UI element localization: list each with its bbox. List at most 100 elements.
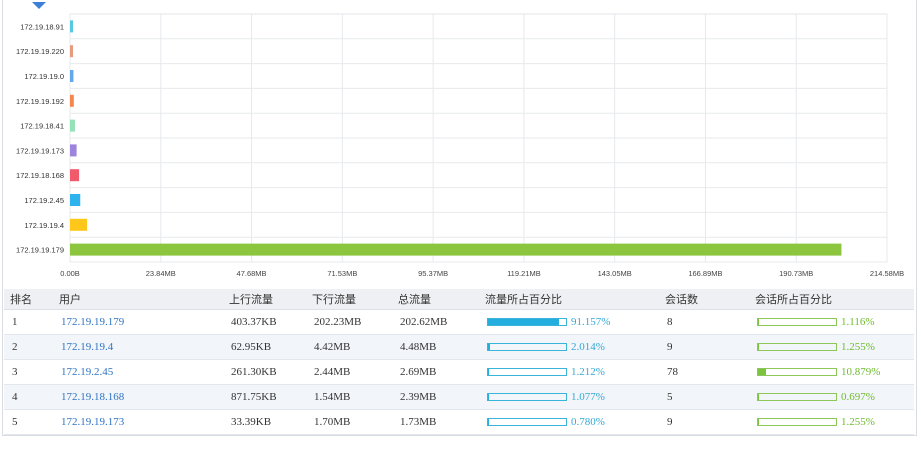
- downstream-cell: 1.54MB: [306, 384, 392, 410]
- y-tick-label: 172.19.18.91: [20, 22, 64, 31]
- table-header-row: 排名 用户 上行流量 下行流量 总流量 流量所占百分比 会话数 会话所占百分比: [4, 289, 914, 310]
- upstream-cell: 403.37KB: [223, 309, 306, 335]
- upstream-cell: 62.95KB: [223, 334, 306, 360]
- sessions-cell: 9: [659, 334, 749, 360]
- session-percent-cell: 0.697%: [749, 384, 914, 410]
- session-progress-bar: [757, 393, 837, 402]
- rank-cell: 3: [4, 359, 53, 385]
- table-row: 3 172.19.2.45 261.30KB 2.44MB 2.69MB 1.2…: [4, 359, 914, 385]
- rank-cell: 5: [4, 409, 53, 435]
- downstream-cell: 1.70MB: [306, 409, 392, 435]
- upstream-cell: 871.75KB: [223, 384, 306, 410]
- flow-percent-text: 1.212%: [571, 366, 605, 379]
- session-progress-bar: [757, 318, 837, 327]
- bar-172.19.18.168[interactable]: [70, 169, 80, 182]
- table-row: 2 172.19.19.4 62.95KB 4.42MB 4.48MB 2.01…: [4, 334, 914, 360]
- x-tick-label: 95.37MB: [418, 269, 448, 278]
- flow-progress-fill: [488, 344, 490, 351]
- session-percent-text: 1.255%: [841, 341, 875, 354]
- sessions-cell: 78: [659, 359, 749, 385]
- flow-percent-cell: 1.077%: [479, 384, 659, 410]
- rank-cell: 1: [4, 309, 53, 335]
- session-percent-text: 1.116%: [841, 316, 875, 329]
- session-progress-bar: [757, 343, 837, 352]
- session-progress-fill: [758, 369, 767, 376]
- bar-172.19.18.91[interactable]: [70, 20, 73, 33]
- bar-172.19.19.192[interactable]: [70, 94, 74, 107]
- sessions-cell: 5: [659, 384, 749, 410]
- header-flow-percent[interactable]: 流量所占百分比: [479, 289, 659, 310]
- total-cell: 2.69MB: [392, 359, 479, 385]
- header-user[interactable]: 用户: [53, 289, 223, 310]
- x-tick-label: 0.00B: [60, 269, 80, 278]
- session-percent-text: 1.255%: [841, 416, 875, 429]
- x-tick-label: 190.73MB: [779, 269, 813, 278]
- flow-progress-bar: [487, 393, 567, 402]
- header-upstream[interactable]: 上行流量: [223, 289, 306, 310]
- header-total[interactable]: 总流量: [392, 289, 479, 310]
- header-downstream[interactable]: 下行流量: [306, 289, 392, 310]
- user-link[interactable]: 172.19.2.45: [53, 359, 223, 385]
- user-link[interactable]: 172.19.19.179: [53, 309, 223, 335]
- bar-172.19.19.0[interactable]: [70, 70, 74, 82]
- ranking-table: 排名 用户 上行流量 下行流量 总流量 流量所占百分比 会话数 会话所占百分比 …: [4, 289, 914, 435]
- x-tick-label: 119.21MB: [507, 269, 541, 278]
- bar-172.19.19.220[interactable]: [70, 45, 73, 58]
- session-progress-bar: [757, 368, 837, 377]
- downstream-cell: 2.44MB: [306, 359, 392, 385]
- session-progress-bar: [757, 418, 837, 427]
- header-session-percent[interactable]: 会话所占百分比: [749, 289, 914, 310]
- upstream-cell: 261.30KB: [223, 359, 306, 385]
- y-tick-label: 172.19.19.0: [24, 72, 64, 81]
- bar-172.19.19.179[interactable]: [70, 243, 842, 256]
- x-tick-label: 143.05MB: [598, 269, 632, 278]
- flow-percent-cell: 2.014%: [479, 334, 659, 360]
- flow-percent-text: 91.157%: [571, 316, 611, 329]
- x-tick-label: 47.68MB: [237, 269, 267, 278]
- flow-progress-fill: [488, 319, 560, 326]
- total-cell: 202.62MB: [392, 309, 479, 335]
- flow-progress-bar: [487, 368, 567, 377]
- flow-progress-bar: [487, 318, 567, 327]
- header-sessions[interactable]: 会话数: [659, 289, 749, 310]
- flow-percent-cell: 1.212%: [479, 359, 659, 385]
- user-link[interactable]: 172.19.19.173: [53, 409, 223, 435]
- header-rank[interactable]: 排名: [4, 289, 53, 310]
- session-progress-fill: [758, 419, 760, 426]
- x-tick-label: 214.58MB: [870, 269, 904, 278]
- traffic-bar-chart: 0.00B 23.84MB 47.68MB 71.53MB 95.37MB 119.21M…: [16, 13, 904, 278]
- session-percent-cell: 1.255%: [749, 334, 914, 360]
- total-cell: 4.48MB: [392, 334, 479, 360]
- table-row: 1 172.19.19.179 403.37KB 202.23MB 202.62…: [4, 309, 914, 335]
- y-tick-label: 172.19.2.45: [24, 196, 64, 205]
- flow-progress-bar: [487, 343, 567, 352]
- flow-progress-bar: [487, 418, 567, 427]
- sessions-cell: 8: [659, 309, 749, 335]
- y-tick-label: 172.19.19.192: [16, 97, 64, 106]
- total-cell: 1.73MB: [392, 409, 479, 435]
- downstream-cell: 4.42MB: [306, 334, 392, 360]
- flow-percent-cell: 0.780%: [479, 409, 659, 435]
- session-percent-cell: 10.879%: [749, 359, 914, 385]
- session-progress-fill: [758, 319, 760, 326]
- y-tick-label: 172.19.19.173: [16, 146, 64, 155]
- y-tick-label: 172.19.19.4: [24, 221, 64, 230]
- user-link[interactable]: 172.19.18.168: [53, 384, 223, 410]
- bar-172.19.19.173[interactable]: [70, 144, 77, 157]
- bar-172.19.18.41[interactable]: [70, 119, 75, 132]
- flow-percent-text: 1.077%: [571, 391, 605, 404]
- flow-percent-text: 2.014%: [571, 341, 605, 354]
- upstream-cell: 33.39KB: [223, 409, 306, 435]
- bar-172.19.2.45[interactable]: [70, 194, 81, 206]
- session-progress-fill: [758, 344, 760, 351]
- y-tick-label: 172.19.19.220: [16, 47, 64, 56]
- x-tick-label: 71.53MB: [327, 269, 357, 278]
- bar-172.19.19.4[interactable]: [70, 218, 88, 231]
- user-link[interactable]: 172.19.19.4: [53, 334, 223, 360]
- table-row: 5 172.19.19.173 33.39KB 1.70MB 1.73MB 0.…: [4, 409, 914, 435]
- y-tick-label: 172.19.19.179: [16, 246, 64, 255]
- flow-progress-fill: [488, 419, 490, 426]
- session-percent-cell: 1.255%: [749, 409, 914, 435]
- x-tick-label: 23.84MB: [146, 269, 176, 278]
- downstream-cell: 202.23MB: [306, 309, 392, 335]
